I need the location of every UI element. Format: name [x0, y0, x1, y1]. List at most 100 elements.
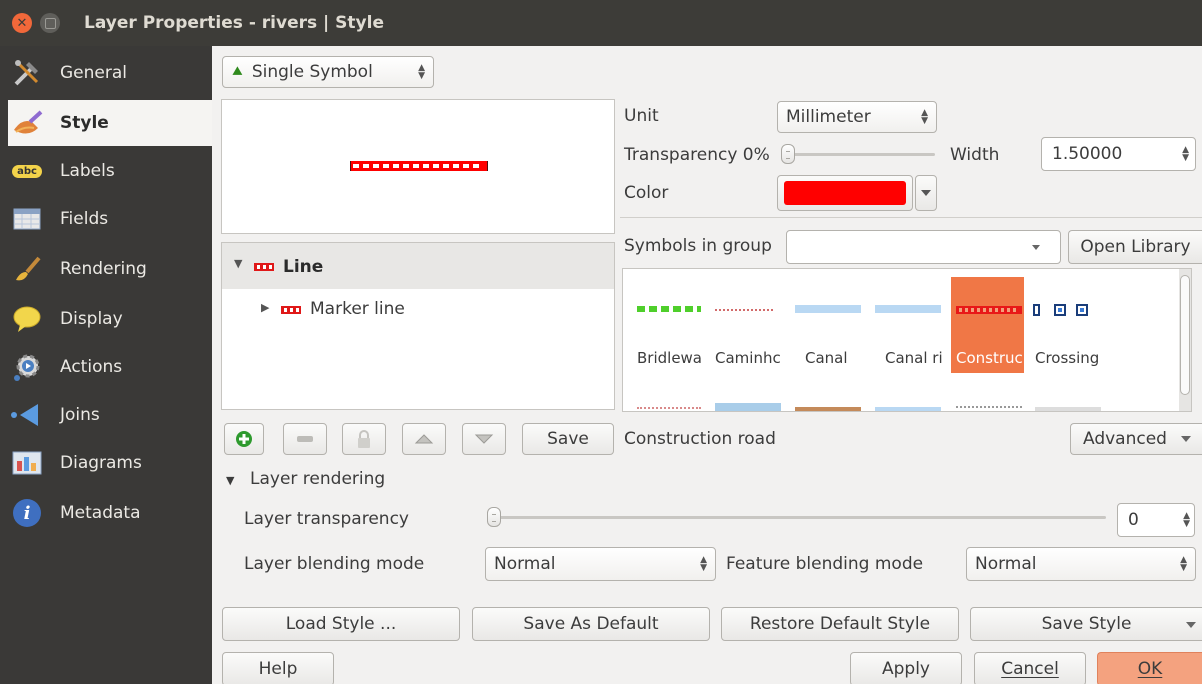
speech-bubble-icon — [10, 303, 44, 335]
expand-arrow-icon[interactable]: ▼ — [234, 257, 242, 270]
layer-transparency-slider-track — [490, 516, 1106, 519]
cancel-button[interactable]: Cancel — [974, 652, 1086, 684]
expand-arrow-icon[interactable]: ▶ — [261, 301, 269, 314]
apply-button[interactable]: Apply — [850, 652, 962, 684]
updown-arrows-icon: ▲ ▼ — [1180, 555, 1187, 573]
color-button[interactable] — [777, 175, 913, 211]
sidebar-item-joins[interactable]: Joins — [8, 392, 212, 438]
add-symbol-layer-button[interactable] — [224, 423, 264, 455]
ok-button[interactable]: OK — [1097, 652, 1202, 684]
transparency-slider-handle[interactable] — [781, 144, 795, 164]
sidebar-item-general[interactable]: General — [8, 50, 212, 96]
symbol-layer-tree: ▼ Line ▶ Marker line — [221, 242, 615, 410]
move-down-icon — [474, 434, 494, 444]
symbol-name-5[interactable]: Crossing — [1035, 349, 1105, 367]
paintbrush-icon — [10, 253, 44, 285]
symbol-preview — [221, 99, 615, 234]
sidebar-item-label: General — [60, 63, 127, 83]
sidebar-item-label: Rendering — [60, 259, 147, 279]
lock-symbol-layer-button[interactable] — [342, 423, 386, 455]
updown-arrows-icon[interactable]: ▲ ▼ — [1183, 512, 1190, 529]
save-style-button[interactable]: Save Style — [970, 607, 1202, 641]
layer-blending-label: Layer blending mode — [244, 554, 425, 574]
sidebar: General Style abc Labels Fields Renderin… — [0, 46, 212, 684]
symbol-name-0[interactable]: Bridlewa — [637, 349, 705, 367]
single-symbol-icon: ⯅ — [231, 62, 244, 81]
chevron-down-icon — [921, 190, 931, 196]
crossing-swatch — [1033, 304, 1088, 316]
move-up-icon — [414, 434, 434, 444]
feature-blending-value: Normal — [975, 554, 1037, 574]
save-symbol-button[interactable]: Save — [522, 423, 614, 455]
width-spinbox[interactable]: 1.50000 ▲ ▼ — [1041, 137, 1196, 171]
updown-arrows-icon[interactable]: ▲ ▼ — [1182, 146, 1189, 163]
unit-select[interactable]: Millimeter ▲ ▼ — [777, 101, 937, 133]
symbol-partial-row — [637, 407, 701, 411]
brush-icon — [10, 107, 44, 139]
join-arrow-icon — [10, 399, 44, 431]
move-down-button[interactable] — [462, 423, 506, 455]
sidebar-item-label: Display — [60, 309, 123, 329]
tools-icon — [10, 57, 44, 89]
close-window-button[interactable]: ✕ — [12, 13, 32, 33]
divider — [620, 217, 1202, 218]
help-button[interactable]: Help — [222, 652, 334, 684]
sidebar-item-metadata[interactable]: i Metadata — [8, 490, 212, 536]
move-up-button[interactable] — [402, 423, 446, 455]
layer-transparency-spinbox[interactable]: 0 ▲ ▼ — [1117, 503, 1195, 537]
tree-row-line[interactable]: ▼ Line — [222, 243, 614, 289]
load-style-button[interactable]: Load Style ... — [222, 607, 460, 641]
sidebar-item-labels[interactable]: abc Labels — [8, 148, 212, 194]
updown-arrows-icon: ▲ ▼ — [921, 108, 928, 126]
restore-default-style-button[interactable]: Restore Default Style — [721, 607, 959, 641]
canal-river-swatch — [875, 305, 941, 313]
close-icon: ✕ — [16, 15, 28, 31]
group-select[interactable] — [786, 230, 1061, 264]
open-library-button[interactable]: Open Library — [1068, 230, 1202, 264]
layer-blending-select[interactable]: Normal ▲ ▼ — [485, 547, 716, 581]
save-style-label: Save Style — [1041, 614, 1132, 634]
minus-icon — [297, 436, 313, 442]
minimize-window-button[interactable] — [40, 13, 60, 33]
layer-rendering-header[interactable]: Layer rendering — [250, 469, 385, 489]
bridleway-swatch — [637, 306, 701, 312]
advanced-button[interactable]: Advanced — [1070, 423, 1202, 455]
symbol-name-4[interactable]: Construc — [956, 349, 1022, 367]
color-menu-button[interactable] — [915, 175, 937, 211]
color-label: Color — [624, 183, 669, 203]
renderer-type-select[interactable]: ⯅ Single Symbol ▲ ▼ — [222, 56, 434, 88]
symbol-name-3[interactable]: Canal ri — [885, 349, 951, 367]
symbol-name-1[interactable]: Caminhc — [715, 349, 783, 367]
sidebar-item-style[interactable]: Style — [8, 100, 212, 146]
window-title: Layer Properties - rivers | Style — [84, 13, 384, 33]
width-value: 1.50000 — [1052, 144, 1123, 164]
sidebar-item-actions[interactable]: Actions — [8, 344, 212, 390]
sidebar-item-diagrams[interactable]: Diagrams — [8, 440, 212, 486]
marker-line-icon — [281, 306, 301, 314]
tree-row-marker-line[interactable]: ▶ Marker line — [222, 291, 614, 327]
symbol-name-2[interactable]: Canal — [805, 349, 873, 367]
updown-arrows-icon: ▲ ▼ — [700, 555, 707, 573]
construction-swatch — [956, 306, 1022, 314]
chevron-down-icon — [1032, 245, 1040, 250]
save-as-default-button[interactable]: Save As Default — [472, 607, 710, 641]
advanced-label: Advanced — [1083, 429, 1167, 449]
sidebar-item-fields[interactable]: Fields — [8, 196, 212, 242]
layer-transparency-value: 0 — [1128, 510, 1139, 530]
collapse-arrow-icon[interactable]: ▼ — [226, 474, 234, 487]
unit-value: Millimeter — [786, 107, 871, 127]
remove-symbol-layer-button[interactable] — [283, 423, 327, 455]
feature-blending-select[interactable]: Normal ▲ ▼ — [966, 547, 1196, 581]
renderer-type-value: Single Symbol — [251, 62, 373, 82]
feature-blending-label: Feature blending mode — [726, 554, 924, 574]
sidebar-item-display[interactable]: Display — [8, 296, 212, 342]
abc-label-icon: abc — [10, 155, 44, 187]
sidebar-item-rendering[interactable]: Rendering — [8, 246, 212, 292]
symbol-list-scrollbar[interactable] — [1179, 269, 1191, 411]
canal-swatch — [795, 305, 861, 313]
symbol-partial-row — [956, 406, 1022, 410]
sidebar-item-label: Style — [60, 113, 109, 133]
chevron-down-icon — [1186, 622, 1196, 628]
layer-transparency-slider-handle[interactable] — [487, 507, 501, 527]
scrollbar-thumb[interactable] — [1180, 275, 1190, 395]
